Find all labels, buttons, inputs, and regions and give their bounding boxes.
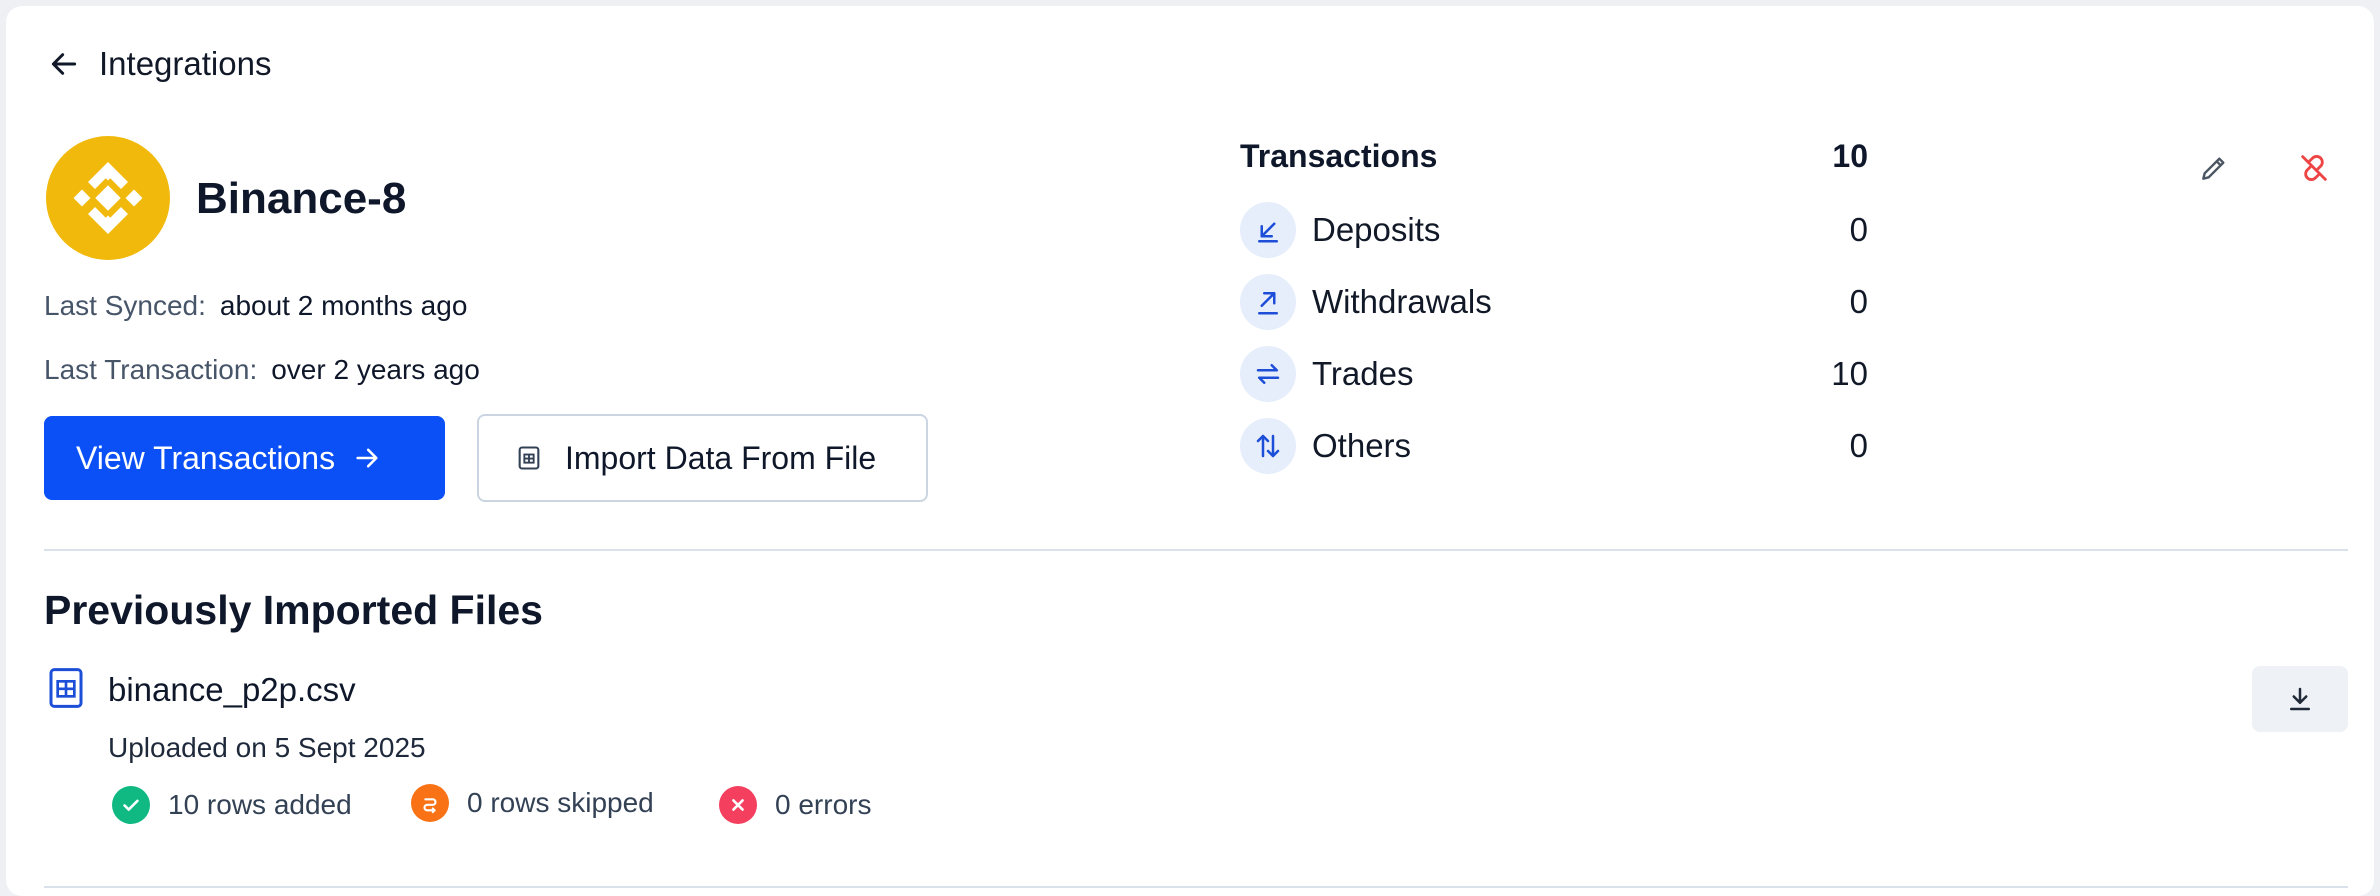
rows-skipped: 0 rows skipped: [411, 784, 654, 822]
skip-icon: [411, 784, 449, 822]
page-title: Integrations: [99, 45, 272, 82]
rows-added: 10 rows added: [112, 786, 352, 824]
errors-label: 0 errors: [775, 789, 872, 820]
stat-withdrawals: Withdrawals 0: [1240, 274, 1868, 330]
stat-others: Others 0: [1240, 418, 1868, 474]
rows-added-label: 10 rows added: [168, 789, 352, 820]
download-icon: [2290, 687, 2310, 711]
last-transaction-label: Last Transaction:: [44, 354, 258, 385]
transactions-title: Transactions: [1240, 138, 1438, 174]
spreadsheet-icon: [515, 444, 543, 472]
unlink-icon: [2301, 155, 2327, 181]
last-transaction: Last Transaction: over 2 years ago: [44, 352, 480, 388]
stat-label: Deposits: [1312, 211, 1441, 248]
stat-value: 0: [1849, 427, 1868, 464]
stat-value: 0: [1849, 283, 1868, 320]
integration-name: Binance-8: [196, 174, 407, 223]
transactions-total: 10: [1832, 138, 1868, 174]
file-name: binance_p2p.csv: [108, 671, 356, 708]
download-button[interactable]: [2252, 666, 2348, 732]
stat-deposits: Deposits 0: [1240, 202, 1868, 258]
up-down-arrows-icon: [1240, 418, 1296, 474]
back-button[interactable]: [42, 42, 86, 86]
stat-trades: Trades 10: [1240, 346, 1868, 402]
arrow-up-right-icon: [1240, 274, 1296, 330]
stat-value: 0: [1849, 211, 1868, 248]
stat-label: Trades: [1312, 355, 1414, 392]
error-circle-icon: [719, 786, 757, 824]
binance-logo: [46, 136, 170, 260]
integration-card: Integrations Binance-8 Last Synced: about…: [6, 6, 2374, 896]
csv-file-icon: [44, 666, 88, 710]
errors: 0 errors: [719, 786, 871, 824]
arrow-down-left-icon: [1240, 202, 1296, 258]
view-transactions-button[interactable]: View Transactions: [44, 416, 445, 500]
last-synced: Last Synced: about 2 months ago: [44, 288, 467, 324]
import-data-label: Import Data From File: [565, 439, 877, 476]
last-transaction-value: over 2 years ago: [271, 354, 480, 385]
view-transactions-label: View Transactions: [76, 439, 336, 476]
unlink-button[interactable]: [2282, 136, 2346, 200]
import-data-button[interactable]: Import Data From File: [477, 414, 928, 502]
stat-label: Withdrawals: [1312, 283, 1492, 320]
last-synced-value: about 2 months ago: [219, 290, 468, 321]
swap-icon: [1240, 346, 1296, 402]
rows-skipped-label: 0 rows skipped: [467, 787, 654, 818]
check-circle-icon: [112, 786, 150, 824]
arrow-left-icon: [51, 53, 77, 75]
imported-files-title: Previously Imported Files: [44, 587, 543, 633]
stat-value: 10: [1831, 355, 1868, 392]
edit-button[interactable]: [2182, 136, 2246, 200]
arrow-right-icon: [353, 444, 381, 472]
pencil-icon: [2202, 157, 2225, 180]
section-divider: [44, 549, 2348, 551]
last-synced-label: Last Synced:: [44, 290, 206, 321]
upload-date: Uploaded on 5 Sept 2025: [108, 732, 426, 763]
stat-label: Others: [1312, 427, 1412, 464]
